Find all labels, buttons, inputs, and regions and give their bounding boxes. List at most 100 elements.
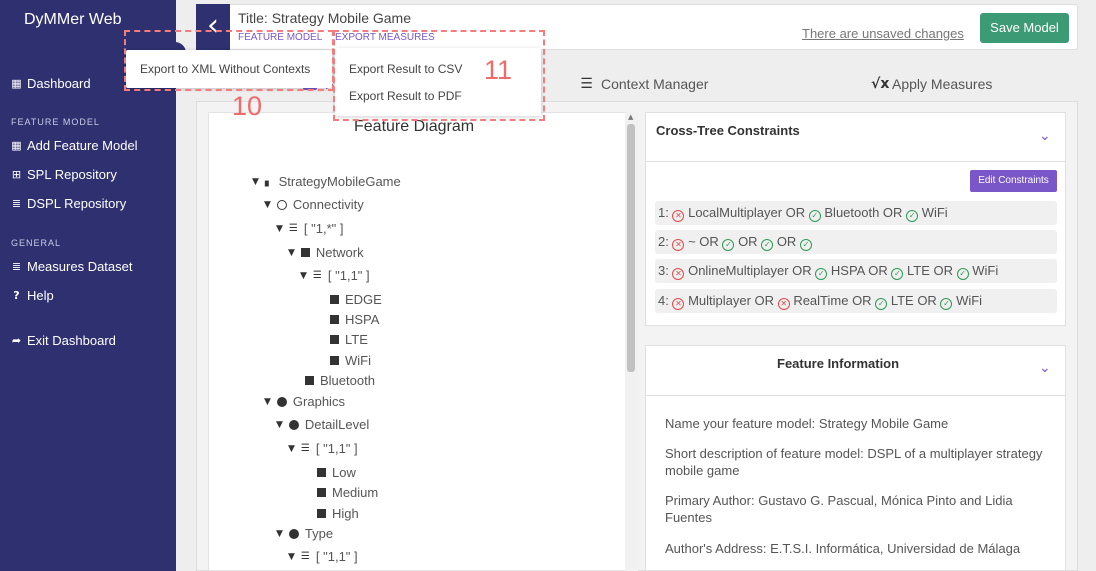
sidebar-item-label: Dashboard <box>27 76 91 91</box>
sidebar-item-exit-dashboard[interactable]: ➦ Exit Dashboard <box>10 333 116 348</box>
model-title: Title: Strategy Mobile Game <box>238 10 411 26</box>
tree-node-medium[interactable]: Medium <box>317 485 378 500</box>
constraint-term: OR <box>776 234 797 249</box>
check-icon: ✓ <box>722 239 735 251</box>
tree-node-connectivity[interactable]: ▼ Connectivity <box>264 197 364 212</box>
tree-node-edge[interactable]: EDGE <box>330 292 382 307</box>
node-label: [ "1,*" ] <box>303 221 344 236</box>
section-label-general: GENERAL <box>11 238 62 248</box>
tab-label: Context Manager <box>601 76 709 92</box>
feature-icon <box>317 468 326 477</box>
tree-node-high[interactable]: High <box>317 506 359 521</box>
caret-down-icon: ▼ <box>276 223 283 234</box>
sidebar-item-dspl-repository[interactable]: ≣ DSPL Repository <box>10 196 126 211</box>
constraint-term: RealTime OR <box>793 293 872 308</box>
feature-icon <box>317 488 326 497</box>
negation-icon: ✕ <box>672 210 685 222</box>
check-icon: ✓ <box>808 210 821 222</box>
info-author: Primary Author: Gustavo G. Pascual, Móni… <box>665 493 1013 525</box>
constraint-number: 2: <box>658 234 669 249</box>
info-name: Name your feature model: Strategy Mobile… <box>665 416 949 431</box>
caret-down-icon: ▼ <box>288 247 295 258</box>
tree-node-group[interactable]: ▼ ☰ [ "1,1" ] <box>288 549 358 564</box>
sidebar-item-help[interactable]: ? Help <box>10 288 53 303</box>
layers-icon: ☰ <box>300 443 310 454</box>
tree-node-group[interactable]: ▼ ☰ [ "1,1" ] <box>288 441 358 456</box>
tree-node-wifi[interactable]: WiFi <box>330 353 371 368</box>
negation-icon: ✕ <box>672 239 685 251</box>
sidebar-item-dashboard[interactable]: ▦ Dashboard <box>10 76 91 91</box>
caret-down-icon: ▼ <box>288 551 295 562</box>
constraints-title: Cross-Tree Constraints <box>656 123 800 138</box>
constraint-number: 4: <box>658 293 669 308</box>
tree-node-bluetooth[interactable]: Bluetooth <box>305 373 375 388</box>
caret-down-icon: ▼ <box>252 176 259 187</box>
check-icon: ✓ <box>761 239 774 251</box>
node-label: DetailLevel <box>304 417 370 432</box>
save-model-button[interactable]: Save Model <box>980 13 1069 43</box>
feature-icon <box>330 295 339 304</box>
mandatory-feature-icon <box>276 396 287 407</box>
feature-icon <box>305 376 314 385</box>
tree-node-root[interactable]: ▼ ▖ StrategyMobileGame <box>252 174 401 189</box>
unsaved-changes-link[interactable]: There are unsaved changes <box>802 26 964 41</box>
constraint-term: WiFi <box>921 205 948 220</box>
list-icon: ☰ <box>580 76 593 92</box>
table-icon: ⊞ <box>11 168 22 181</box>
constraint-row: 1: ✕ LocalMultiplayer OR ✓ Bluetooth OR … <box>655 201 1057 225</box>
feature-info-title: Feature Information <box>777 356 900 371</box>
node-label: [ "1,1" ] <box>327 268 370 283</box>
node-label: [ "1,1" ] <box>315 441 358 456</box>
info-address: Author's Address: E.T.S.I. Informática, … <box>665 541 1021 556</box>
optional-feature-icon <box>276 199 287 210</box>
scroll-up-arrow[interactable]: ▲ <box>628 113 633 121</box>
sidebar-item-label: Exit Dashboard <box>27 333 116 348</box>
node-label: Connectivity <box>292 197 364 212</box>
tree-node-network[interactable]: ▼ Network <box>288 245 364 260</box>
scrollbar-thumb[interactable] <box>627 124 635 372</box>
tree-node-group[interactable]: ▼ ☰ [ "1,1" ] <box>300 268 370 283</box>
sidebar-item-add-feature-model[interactable]: ▦ Add Feature Model <box>10 138 137 153</box>
tree-node-low[interactable]: Low <box>317 465 356 480</box>
node-label: Type <box>304 526 334 541</box>
node-label: Graphics <box>292 394 345 409</box>
tree-node-type[interactable]: ▼ Type <box>276 526 333 541</box>
mandatory-feature-icon <box>288 528 299 539</box>
feature-icon <box>317 509 326 518</box>
constraint-term: Multiplayer OR <box>688 293 775 308</box>
constraint-term: OR <box>738 234 758 249</box>
edit-constraints-button[interactable]: Edit Constraints <box>970 170 1057 192</box>
database-icon: ≣ <box>11 197 22 210</box>
grid-icon: ▦ <box>11 77 22 90</box>
sidebar-item-label: Measures Dataset <box>27 259 133 274</box>
tree-node-graphics[interactable]: ▼ Graphics <box>264 394 345 409</box>
node-label: Bluetooth <box>320 373 375 388</box>
constraint-term: WiFi <box>956 293 983 308</box>
check-icon: ✓ <box>940 298 953 310</box>
caret-down-icon: ▼ <box>264 199 271 210</box>
tree-node-detail-level[interactable]: ▼ DetailLevel <box>276 417 369 432</box>
annotation-box-11 <box>333 30 545 121</box>
app-brand[interactable]: DyMMer Web <box>24 11 122 29</box>
constraint-number: 1: <box>658 205 669 220</box>
node-label: WiFi <box>345 353 371 368</box>
sign-out-icon: ➦ <box>11 334 22 347</box>
caret-down-icon: ▼ <box>276 419 283 430</box>
constraint-term: LTE OR <box>890 293 937 308</box>
check-icon: ✓ <box>906 210 919 222</box>
sidebar-item-spl-repository[interactable]: ⊞ SPL Repository <box>10 167 117 182</box>
constraint-term: OnlineMultiplayer OR <box>688 263 812 278</box>
chevron-down-icon[interactable]: ⌄ <box>1039 360 1051 376</box>
sidebar-item-measures-dataset[interactable]: ≣ Measures Dataset <box>10 259 133 274</box>
constraint-row: 2: ✕ ~ OR ✓ OR ✓ OR ✓ <box>655 230 1057 254</box>
annotation-box-10 <box>124 30 334 91</box>
tree-node-hspa[interactable]: HSPA <box>330 312 379 327</box>
chevron-down-icon[interactable]: ⌄ <box>1039 128 1051 144</box>
tree-node-group[interactable]: ▼ ☰ [ "1,*" ] <box>276 221 343 236</box>
annotation-label-10: 10 <box>232 91 263 121</box>
constraint-row: 4: ✕ Multiplayer OR ✕ RealTime OR ✓ LTE … <box>655 289 1057 313</box>
node-label: [ "1,1" ] <box>315 549 358 564</box>
tree-node-lte[interactable]: LTE <box>330 332 368 347</box>
tab-context-manager[interactable]: ☰ Context Manager <box>580 76 708 92</box>
tab-apply-measures[interactable]: √x Apply Measures <box>871 76 992 92</box>
